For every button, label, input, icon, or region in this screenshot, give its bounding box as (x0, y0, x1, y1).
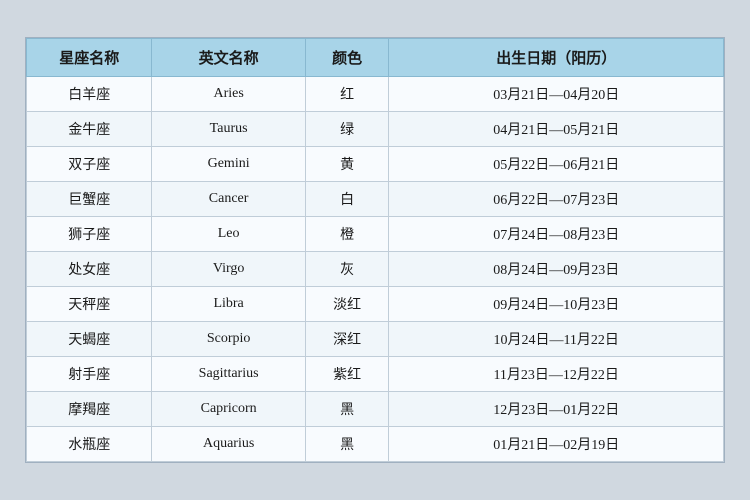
cell-chinese: 摩羯座 (27, 392, 152, 427)
cell-color: 黑 (305, 427, 389, 462)
cell-date: 09月24日—10月23日 (389, 287, 724, 322)
cell-date: 04月21日—05月21日 (389, 112, 724, 147)
cell-color: 黄 (305, 147, 389, 182)
cell-chinese: 双子座 (27, 147, 152, 182)
table-row: 狮子座Leo橙07月24日—08月23日 (27, 217, 724, 252)
cell-english: Scorpio (152, 322, 305, 357)
cell-color: 灰 (305, 252, 389, 287)
cell-color: 深红 (305, 322, 389, 357)
cell-english: Cancer (152, 182, 305, 217)
cell-color: 黑 (305, 392, 389, 427)
zodiac-table: 星座名称 英文名称 颜色 出生日期（阳历） 白羊座Aries红03月21日—04… (26, 38, 724, 462)
table-row: 金牛座Taurus绿04月21日—05月21日 (27, 112, 724, 147)
cell-date: 06月22日—07月23日 (389, 182, 724, 217)
cell-chinese: 水瓶座 (27, 427, 152, 462)
cell-chinese: 射手座 (27, 357, 152, 392)
cell-chinese: 金牛座 (27, 112, 152, 147)
table-row: 射手座Sagittarius紫红11月23日—12月22日 (27, 357, 724, 392)
cell-date: 08月24日—09月23日 (389, 252, 724, 287)
cell-color: 白 (305, 182, 389, 217)
cell-chinese: 巨蟹座 (27, 182, 152, 217)
header-chinese: 星座名称 (27, 39, 152, 77)
cell-english: Aries (152, 77, 305, 112)
zodiac-table-container: 星座名称 英文名称 颜色 出生日期（阳历） 白羊座Aries红03月21日—04… (25, 37, 725, 463)
table-row: 双子座Gemini黄05月22日—06月21日 (27, 147, 724, 182)
cell-date: 07月24日—08月23日 (389, 217, 724, 252)
cell-english: Taurus (152, 112, 305, 147)
cell-color: 紫红 (305, 357, 389, 392)
cell-english: Leo (152, 217, 305, 252)
cell-english: Virgo (152, 252, 305, 287)
cell-english: Libra (152, 287, 305, 322)
cell-date: 10月24日—11月22日 (389, 322, 724, 357)
cell-chinese: 白羊座 (27, 77, 152, 112)
cell-color: 橙 (305, 217, 389, 252)
table-header-row: 星座名称 英文名称 颜色 出生日期（阳历） (27, 39, 724, 77)
table-row: 天秤座Libra淡红09月24日—10月23日 (27, 287, 724, 322)
cell-date: 05月22日—06月21日 (389, 147, 724, 182)
cell-date: 12月23日—01月22日 (389, 392, 724, 427)
cell-english: Sagittarius (152, 357, 305, 392)
cell-chinese: 天蝎座 (27, 322, 152, 357)
header-color: 颜色 (305, 39, 389, 77)
table-row: 巨蟹座Cancer白06月22日—07月23日 (27, 182, 724, 217)
table-row: 摩羯座Capricorn黑12月23日—01月22日 (27, 392, 724, 427)
cell-date: 03月21日—04月20日 (389, 77, 724, 112)
cell-english: Gemini (152, 147, 305, 182)
cell-chinese: 狮子座 (27, 217, 152, 252)
cell-english: Capricorn (152, 392, 305, 427)
cell-chinese: 处女座 (27, 252, 152, 287)
cell-color: 红 (305, 77, 389, 112)
cell-date: 01月21日—02月19日 (389, 427, 724, 462)
table-row: 水瓶座Aquarius黑01月21日—02月19日 (27, 427, 724, 462)
table-row: 白羊座Aries红03月21日—04月20日 (27, 77, 724, 112)
cell-date: 11月23日—12月22日 (389, 357, 724, 392)
table-row: 处女座Virgo灰08月24日—09月23日 (27, 252, 724, 287)
table-row: 天蝎座Scorpio深红10月24日—11月22日 (27, 322, 724, 357)
cell-color: 淡红 (305, 287, 389, 322)
cell-color: 绿 (305, 112, 389, 147)
cell-chinese: 天秤座 (27, 287, 152, 322)
header-date: 出生日期（阳历） (389, 39, 724, 77)
header-english: 英文名称 (152, 39, 305, 77)
cell-english: Aquarius (152, 427, 305, 462)
